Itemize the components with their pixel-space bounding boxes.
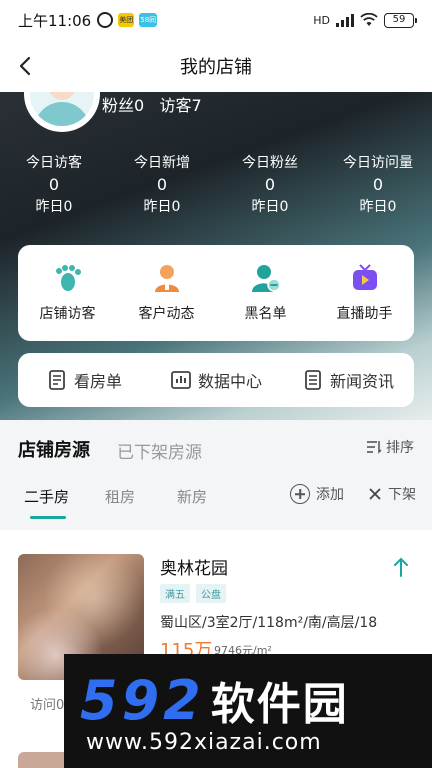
stat-today-views: 今日访问量 0 昨日0: [324, 152, 432, 218]
listing-title: 奥林花园: [160, 559, 228, 579]
sort-icon: [367, 441, 382, 454]
nav-bar: 我的店铺: [0, 40, 432, 92]
stat-today-new: 今日新增 0 昨日0: [108, 152, 216, 218]
data-center-link[interactable]: 数据中心: [150, 368, 282, 392]
status-left-icons: 美团 58同城: [97, 12, 158, 38]
shortcut-links-card: 看房单 数据中心 新闻资讯: [18, 353, 414, 407]
watermark-text: 软件园: [210, 679, 349, 730]
watermark-digits: 592: [80, 668, 205, 732]
tab-offline-listings[interactable]: 已下架房源: [117, 438, 202, 463]
stat-label: 今日访客: [26, 155, 82, 171]
back-arrow-icon[interactable]: [14, 54, 38, 78]
tag-badge: 满五: [160, 584, 190, 603]
listing-type-subtabs: 二手房 租房 新房 添加 下架: [0, 484, 432, 530]
add-label: 添加: [316, 487, 344, 503]
take-down-label: 下架: [388, 487, 416, 503]
stat-label: 今日新增: [134, 155, 190, 171]
subtab-second-hand[interactable]: 二手房: [24, 486, 69, 507]
link-label: 新闻资讯: [329, 372, 394, 391]
listing-tags: 满五 公盘: [160, 584, 226, 603]
footprint-icon: [55, 265, 81, 291]
live-assistant-button[interactable]: 直播助手: [315, 263, 414, 323]
document-icon: [49, 370, 65, 390]
sort-button[interactable]: 排序: [366, 437, 414, 457]
fans-visitors-summary: 粉丝0 访客7: [102, 92, 202, 116]
network-type-icon: HD: [313, 13, 330, 27]
avatar[interactable]: [24, 92, 100, 132]
action-label: 黑名单: [244, 306, 287, 322]
arrow-up-icon[interactable]: [392, 556, 410, 578]
page-title: 我的店铺: [180, 57, 252, 78]
customer-icon: [154, 265, 179, 292]
fans-count: 粉丝0: [102, 96, 145, 115]
link-label: 看房单: [73, 372, 122, 391]
live-tv-icon: [352, 264, 377, 290]
stat-yesterday: 昨日0: [143, 199, 181, 215]
sort-label: 排序: [386, 440, 414, 456]
watermark-url: www.592xiazai.com: [86, 730, 322, 755]
chart-icon: [171, 371, 191, 389]
close-icon: [369, 488, 381, 500]
stat-value: 0: [372, 175, 384, 194]
link-label: 数据中心: [197, 372, 262, 391]
signal-icon: [336, 13, 354, 27]
action-label: 店铺访客: [39, 306, 96, 322]
stat-today-visitors: 今日访客 0 昨日0: [0, 152, 108, 218]
active-tab-indicator: [30, 516, 66, 519]
stat-label: 今日粉丝: [242, 155, 298, 171]
subtab-rental[interactable]: 租房: [105, 486, 135, 507]
viewing-list-link[interactable]: 看房单: [18, 368, 150, 392]
customer-activity-button[interactable]: 客户动态: [117, 263, 216, 323]
tag-badge: 公盘: [196, 584, 226, 603]
status-right-icons: HD 59: [313, 12, 417, 28]
blacklist-icon: [251, 265, 281, 292]
stat-value: 0: [156, 175, 168, 194]
subtab-new-house[interactable]: 新房: [177, 486, 207, 507]
stat-yesterday: 昨日0: [359, 199, 397, 215]
wifi-icon: [360, 13, 378, 26]
stats-row: 今日访客 0 昨日0 今日新增 0 昨日0 今日粉丝 0 昨日0 今日访问量 0…: [0, 152, 432, 218]
stat-yesterday: 昨日0: [251, 199, 289, 215]
battery-icon: 59: [384, 12, 417, 28]
blacklist-button[interactable]: 黑名单: [216, 263, 315, 323]
profile-top: [0, 92, 432, 136]
stat-value: 0: [48, 175, 60, 194]
watermark-logo: 592 软件园: [80, 668, 349, 732]
watermark-overlay: 592 软件园 www.592xiazai.com: [64, 654, 432, 768]
tab-shop-listings[interactable]: 店铺房源: [18, 436, 90, 462]
take-down-button[interactable]: 下架: [368, 484, 416, 504]
stat-label: 今日访问量: [343, 155, 413, 171]
alarm-icon: [97, 12, 114, 28]
app-notification-icon: 58同城: [139, 13, 158, 38]
news-link[interactable]: 新闻资讯: [282, 368, 414, 392]
action-label: 客户动态: [138, 306, 195, 322]
add-listing-button[interactable]: 添加: [290, 484, 344, 504]
listing-description: 蜀山区/3室2厅/118m²/南/高层/18: [160, 615, 378, 631]
shop-visitors-button[interactable]: 店铺访客: [18, 263, 117, 323]
stat-yesterday: 昨日0: [35, 199, 73, 215]
quick-actions-card: 店铺访客 客户动态 黑名单 直播助手: [18, 245, 414, 341]
status-bar: 上午11:06 美团 58同城 HD 59: [0, 0, 432, 40]
stat-value: 0: [264, 175, 276, 194]
action-label: 直播助手: [336, 306, 393, 322]
status-time: 上午11:06: [18, 11, 92, 30]
stat-today-fans: 今日粉丝 0 昨日0: [216, 152, 324, 218]
app-notification-icon: 美团: [118, 13, 135, 27]
news-icon: [305, 370, 321, 390]
visitors-count: 访客7: [159, 96, 202, 115]
listing-visits: 访问0: [30, 698, 65, 713]
add-icon: [290, 484, 310, 504]
